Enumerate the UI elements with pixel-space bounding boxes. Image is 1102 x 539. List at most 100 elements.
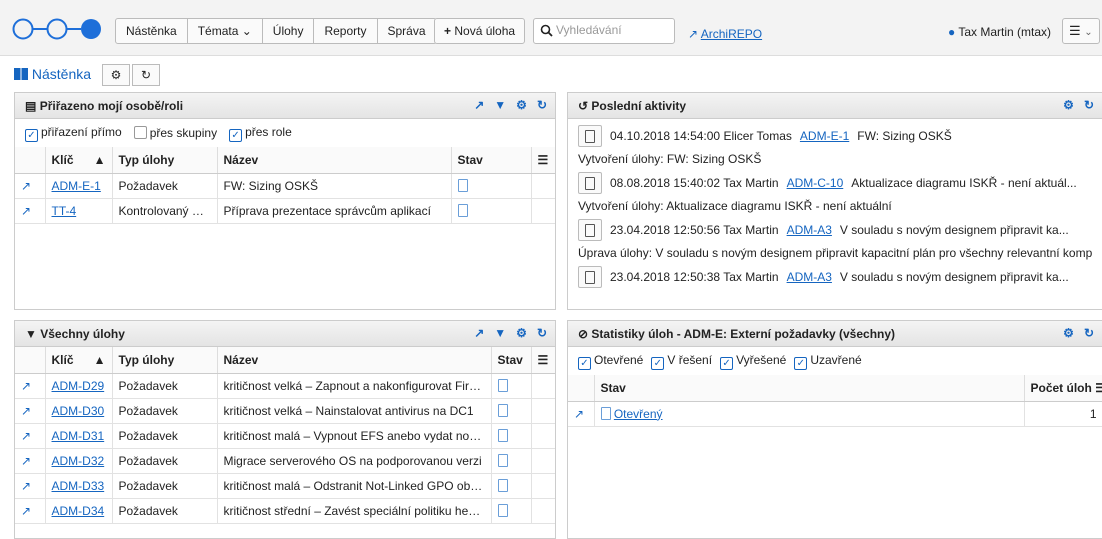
open-icon[interactable]: ↗ [568,401,595,427]
gear-icon[interactable]: ⚙ [516,326,527,340]
menu-topics[interactable]: Témata ⌄ [188,19,263,43]
open-icon[interactable]: ↗ [15,198,46,224]
activity-key-link[interactable]: ADM-E-1 [800,129,849,143]
open-icon[interactable]: ↗ [15,498,46,524]
document-icon [600,406,611,420]
col-key[interactable]: Klíč ▲ [45,147,113,174]
row-name: Příprava prezentace správcům aplikací [217,198,452,224]
checkbox-icon[interactable]: ✓ [578,356,591,370]
task-key-link[interactable]: ADM-D34 [52,504,105,518]
table-row[interactable]: ↗ TT-4 Kontrolovaný ú… Příprava prezenta… [15,198,555,224]
col-type[interactable]: Typ úlohy [112,347,218,374]
activity-key-link[interactable]: ADM-A3 [787,270,832,284]
menu-dashboard[interactable]: Nástěnka [116,19,188,43]
menu-tasks[interactable]: Úlohy [263,19,315,43]
document-icon [457,203,468,217]
filter-icon[interactable]: ▼ [494,98,506,112]
state-link[interactable]: Otevřený [614,407,663,421]
col-state[interactable]: Stav [451,147,532,174]
checkbox-icon[interactable]: ✓ [651,356,665,370]
table-row[interactable]: ↗ ADM-D30 Požadavek kritičnost velká – N… [15,398,555,424]
activity-detail-button[interactable] [578,172,602,194]
new-task-button[interactable]: + Nová úloha [434,18,526,44]
checkbox-icon[interactable]: ✓ [25,128,38,142]
open-icon[interactable]: ↗ [15,448,46,474]
task-key-link[interactable]: ADM-D30 [52,404,105,418]
table-row[interactable]: ↗ ADM-D34 Požadavek kritičnost střední –… [15,498,555,524]
task-key-link[interactable]: ADM-D33 [52,479,105,493]
table-row[interactable]: ↗ ADM-D31 Požadavek kritičnost malá – Vy… [15,423,555,449]
gear-icon[interactable]: ⚙ [516,98,527,112]
open-icon[interactable]: ↗ [15,173,46,199]
assigned-table: Klíč ▲ Typ úlohy Název Stav ☰ ↗ ADM-E-1 … [15,147,555,224]
gear-icon[interactable]: ⚙ [1063,326,1074,340]
dashboard-refresh-button[interactable]: ↻ [132,64,160,86]
checkbox-icon[interactable] [133,126,147,139]
task-key-link[interactable]: ADM-E-1 [52,179,101,193]
task-key-link[interactable]: ADM-D32 [52,454,105,468]
col-state[interactable]: Stav [491,347,532,374]
refresh-icon[interactable]: ↻ [1084,326,1094,340]
task-key-link[interactable]: ADM-D31 [52,429,105,443]
col-name[interactable]: Název [217,147,452,174]
column-menu-icon[interactable]: ☰ [531,147,555,174]
activity-detail-button[interactable] [578,266,602,288]
row-spacer [531,498,555,524]
col-name[interactable]: Název [217,347,492,374]
activity-detail-button[interactable] [578,125,602,147]
filter-open[interactable]: ✓ Otevřené [578,353,643,370]
row-state [491,423,532,449]
menu-reports[interactable]: Reporty [314,19,378,43]
column-menu-icon[interactable]: ☰ [1095,381,1102,395]
hamburger-menu-button[interactable]: ☰ ⌄ [1062,18,1100,44]
filter-direct[interactable]: ✓ přiřazení přímo [25,125,122,142]
row-spacer [531,423,555,449]
table-row[interactable]: ↗ Otevřený 1 [568,401,1102,427]
all-tasks-panel: ▼ Všechny úlohy ↗ ▼ ⚙ ↻ Klíč ▲ Typ úlohy… [14,320,556,539]
search-input[interactable] [556,23,671,37]
column-menu-icon[interactable]: ☰ [531,347,555,374]
filter-closed[interactable]: ✓ Uzavřené [794,353,862,370]
activity-text: FW: Sizing OSKŠ [857,129,952,143]
gear-icon[interactable]: ⚙ [1063,98,1074,112]
activity-panel-tools: ⚙ ↻ [1063,98,1094,112]
col-key[interactable]: Klíč ▲ [45,347,113,374]
open-icon[interactable]: ↗ [15,398,46,424]
open-icon[interactable]: ↗ [15,373,46,399]
refresh-icon[interactable]: ↻ [537,326,547,340]
activity-meta: 23.04.2018 12:50:38 Tax Martin [610,270,779,284]
filter-resolved[interactable]: ✓ Vyřešené [720,353,786,370]
open-icon[interactable]: ↗ [15,423,46,449]
activity-text: V souladu s novým designem připravit ka.… [839,223,1069,237]
col-state[interactable]: Stav [594,375,1025,402]
external-link-icon[interactable]: ↗ [474,98,484,112]
archirepo-link[interactable]: ArchiREPO [701,27,762,41]
checkbox-icon[interactable]: ✓ [794,356,808,370]
filter-icon[interactable]: ▼ [494,326,506,340]
col-type[interactable]: Typ úlohy [112,147,218,174]
task-key-link[interactable]: ADM-D29 [52,379,105,393]
activity-detail-button[interactable] [578,219,602,241]
filter-roles[interactable]: ✓ přes role [229,125,292,142]
task-key-link[interactable]: TT-4 [52,204,77,218]
document-icon [585,223,595,237]
user-menu[interactable]: ● Tax Martin (mtax) [948,25,1051,39]
external-link-icon[interactable]: ↗ [474,326,484,340]
table-row[interactable]: ↗ ADM-E-1 Požadavek FW: Sizing OSKŠ [15,173,555,199]
table-row[interactable]: ↗ ADM-D33 Požadavek kritičnost malá – Od… [15,473,555,499]
activity-key-link[interactable]: ADM-A3 [787,223,832,237]
refresh-icon[interactable]: ↻ [1084,98,1094,112]
checkbox-icon[interactable]: ✓ [720,356,734,370]
refresh-icon[interactable]: ↻ [537,98,547,112]
open-icon[interactable]: ↗ [15,473,46,499]
menu-admin[interactable]: Správa [378,19,436,43]
dashboard-settings-button[interactable]: ⚙ [102,64,130,86]
checkbox-icon[interactable]: ✓ [229,128,243,142]
filter-in-progress[interactable]: ✓ V řešení [651,353,712,370]
filter-groups[interactable]: přes skupiny [133,126,217,140]
activity-key-link[interactable]: ADM-C-10 [787,176,844,190]
table-row[interactable]: ↗ ADM-D29 Požadavek kritičnost velká – Z… [15,373,555,399]
col-count[interactable]: Počet úloh ☰ [1024,375,1102,402]
table-row[interactable]: ↗ ADM-D32 Požadavek Migrace serverového … [15,448,555,474]
app-logo[interactable] [12,18,102,40]
